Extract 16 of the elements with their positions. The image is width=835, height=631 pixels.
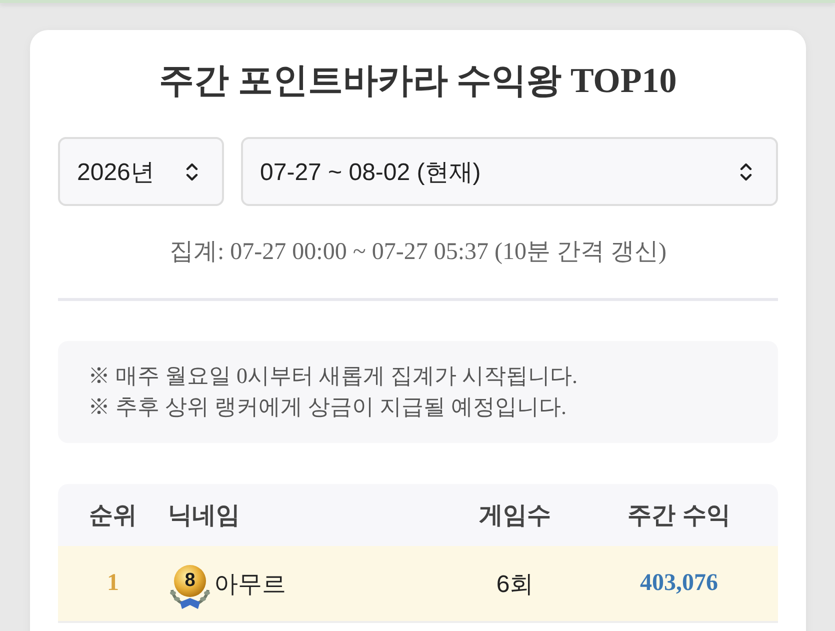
nickname-cell-text: 아무르 — [214, 570, 286, 600]
profit-cell: 403,076 — [640, 570, 718, 597]
up-down-chevron-icon — [186, 162, 198, 182]
column-header: 닉네임 — [168, 501, 240, 531]
aggregation-period-text: 집계: 07-27 00:00 ~ 07-27 05:37 (10분 간격 갱신) — [168, 238, 668, 267]
up-down-chevron-icon — [740, 162, 752, 182]
week-select[interactable]: 07-27 ~ 08-02 (현재) — [241, 137, 778, 206]
page-title: 주간 포인트바카라 수익왕 TOP10 — [158, 60, 678, 102]
column-header: 게임수 — [479, 501, 551, 531]
notice-text: ※ 매주 월요일 0시부터 새롭게 집계가 시작됩니다. — [88, 362, 578, 390]
column-header: 순위 — [89, 501, 137, 531]
column-header: 주간 수익 — [628, 501, 730, 531]
rank-cell: 1 — [107, 570, 119, 597]
year-select[interactable]: 2026년 — [58, 137, 224, 206]
games-cell-text: 6회 — [496, 570, 534, 600]
notice-text: ※ 추후 상위 랭커에게 상금이 지급될 예정입니다. — [88, 393, 568, 421]
